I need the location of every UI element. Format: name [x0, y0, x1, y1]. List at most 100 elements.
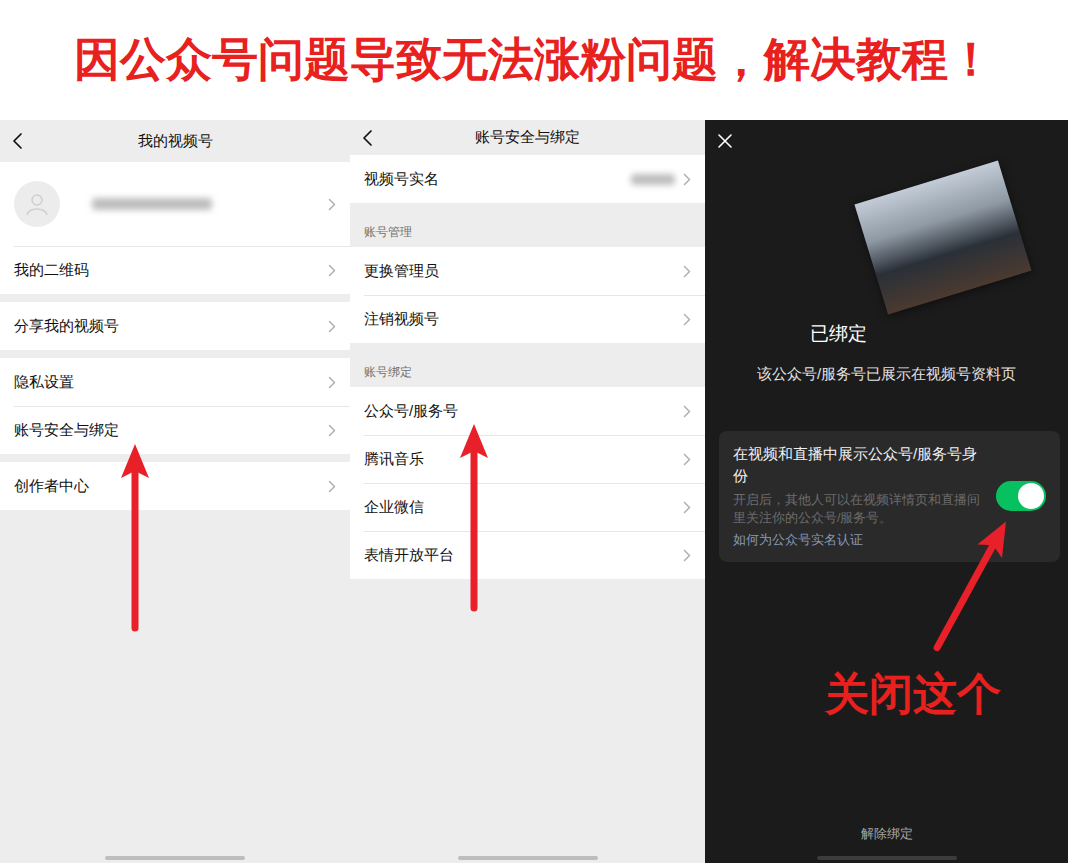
- section-header: 账号绑定: [350, 351, 705, 387]
- chevron-right-icon: [683, 405, 691, 418]
- settings-row[interactable]: 账号安全与绑定: [0, 406, 350, 454]
- home-indicator: [105, 856, 245, 860]
- row-label: 创作者中心: [14, 475, 89, 498]
- settings-row[interactable]: 表情开放平台: [350, 531, 705, 579]
- row-label: 公众号/服务号: [364, 400, 458, 423]
- settings-row[interactable]: 我的二维码: [0, 246, 350, 294]
- row-label: 分享我的视频号: [14, 315, 119, 338]
- row-label: 我的二维码: [14, 259, 89, 282]
- person-icon: [24, 191, 50, 217]
- chevron-right-icon: [328, 480, 336, 493]
- section-header: 账号管理: [350, 211, 705, 247]
- chevron-left-icon: [362, 129, 373, 147]
- obscured-name: [92, 198, 212, 210]
- toggle-knob: [1018, 483, 1044, 509]
- row-label: 注销视频号: [364, 308, 439, 331]
- chevron-left-icon: [12, 132, 23, 150]
- panel-title: 我的视频号: [40, 130, 310, 153]
- settings-group: 我的二维码: [0, 162, 350, 294]
- settings-group: 分享我的视频号: [0, 302, 350, 350]
- chevron-right-icon: [328, 320, 336, 333]
- row-content: 腾讯音乐: [364, 435, 705, 483]
- obscured-value: [631, 174, 675, 185]
- verify-link[interactable]: 如何为公众号实名认证: [733, 531, 988, 550]
- close-button[interactable]: [705, 120, 1068, 152]
- close-icon: [717, 133, 733, 149]
- row-content: 表情开放平台: [364, 531, 705, 579]
- settings-row[interactable]: 腾讯音乐: [350, 435, 705, 483]
- binding-subtitle: 该公众号/服务号已展示在视频号资料页: [705, 363, 1068, 386]
- setting-description: 开启后，其他人可以在视频详情页和直播间里关注你的公众号/服务号。: [733, 491, 985, 527]
- binding-status: 已绑定: [705, 322, 1068, 347]
- back-button[interactable]: [350, 129, 390, 147]
- row-label: 企业微信: [364, 496, 424, 519]
- settings-panel: 账号安全与绑定视频号实名账号管理更换管理员注销视频号账号绑定公众号/服务号腾讯音…: [350, 120, 705, 863]
- panel-title: 账号安全与绑定: [390, 126, 665, 149]
- chevron-right-icon: [328, 264, 336, 277]
- home-indicator: [817, 856, 957, 860]
- row-label: 腾讯音乐: [364, 448, 424, 471]
- banner-title: 因公众号问题导致无法涨粉问题，解决教程！: [74, 32, 994, 87]
- chevron-right-icon: [683, 313, 691, 326]
- account-photo: [854, 160, 1031, 314]
- annotation: 关闭这个: [705, 670, 1068, 718]
- row-content: 分享我的视频号: [14, 302, 350, 350]
- row-content: 企业微信: [364, 483, 705, 531]
- settings-group: 更换管理员注销视频号: [350, 247, 705, 343]
- settings-group: 公众号/服务号腾讯音乐企业微信表情开放平台: [350, 387, 705, 579]
- chevron-right-icon: [683, 453, 691, 466]
- binding-detail-panel: 已绑定该公众号/服务号已展示在视频号资料页在视频和直播中展示公众号/服务号身份开…: [705, 120, 1068, 863]
- settings-row[interactable]: 公众号/服务号: [350, 387, 705, 435]
- settings-row[interactable]: 注销视频号: [350, 295, 705, 343]
- setting-label: 在视频和直播中展示公众号/服务号身份: [733, 443, 985, 487]
- row-content: 创作者中心: [14, 462, 350, 510]
- setting-card: 在视频和直播中展示公众号/服务号身份开启后，其他人可以在视频详情页和直播间里关注…: [719, 431, 1060, 562]
- row-content: [14, 162, 350, 246]
- row-label: 视频号实名: [364, 168, 439, 191]
- setting-text: 在视频和直播中展示公众号/服务号身份开启后，其他人可以在视频详情页和直播间里关注…: [733, 443, 988, 550]
- profile-row[interactable]: [0, 162, 350, 246]
- red-arrow-icon: [705, 120, 1068, 863]
- banner: 因公众号问题导致无法涨粉问题，解决教程！: [0, 0, 1068, 120]
- row-content: 我的二维码: [14, 246, 350, 294]
- display-toggle[interactable]: [996, 481, 1046, 511]
- settings-group: 创作者中心: [0, 462, 350, 510]
- panel-header: 我的视频号: [0, 120, 350, 162]
- row-content: 公众号/服务号: [364, 387, 705, 435]
- row-content: 更换管理员: [364, 247, 705, 295]
- row-label: 隐私设置: [14, 371, 74, 394]
- row-content: 隐私设置: [14, 358, 350, 406]
- settings-group: 视频号实名: [350, 155, 705, 203]
- chevron-right-icon: [683, 265, 691, 278]
- row-label: 更换管理员: [364, 260, 439, 283]
- panel-header: 账号安全与绑定: [350, 120, 705, 155]
- settings-row[interactable]: 创作者中心: [0, 462, 350, 510]
- settings-row[interactable]: 更换管理员: [350, 247, 705, 295]
- back-button[interactable]: [0, 132, 40, 150]
- panels: 我的视频号我的二维码分享我的视频号隐私设置账号安全与绑定创作者中心账号安全与绑定…: [0, 120, 1068, 863]
- row-content: 视频号实名: [364, 155, 705, 203]
- chevron-right-icon: [683, 549, 691, 562]
- chevron-right-icon: [328, 424, 336, 437]
- photo-area: [705, 152, 1068, 322]
- chevron-right-icon: [683, 501, 691, 514]
- red-arrow-icon: [459, 424, 489, 614]
- settings-panel: 我的视频号我的二维码分享我的视频号隐私设置账号安全与绑定创作者中心: [0, 120, 350, 863]
- settings-row[interactable]: 视频号实名: [350, 155, 705, 203]
- annotation-text: 关闭这个: [825, 670, 1001, 718]
- settings-group: 隐私设置账号安全与绑定: [0, 358, 350, 454]
- red-arrow-icon: [120, 444, 150, 634]
- settings-row[interactable]: 隐私设置: [0, 358, 350, 406]
- chevron-right-icon: [683, 173, 691, 186]
- settings-row[interactable]: 企业微信: [350, 483, 705, 531]
- row-content: 账号安全与绑定: [14, 406, 350, 454]
- chevron-right-icon: [328, 376, 336, 389]
- settings-row[interactable]: 分享我的视频号: [0, 302, 350, 350]
- row-content: 注销视频号: [364, 295, 705, 343]
- avatar[interactable]: [14, 181, 60, 227]
- home-indicator: [458, 856, 598, 860]
- unbind-button[interactable]: 解除绑定: [705, 825, 1068, 856]
- row-label: 表情开放平台: [364, 544, 454, 567]
- row-label: 账号安全与绑定: [14, 419, 119, 442]
- chevron-right-icon: [328, 198, 336, 211]
